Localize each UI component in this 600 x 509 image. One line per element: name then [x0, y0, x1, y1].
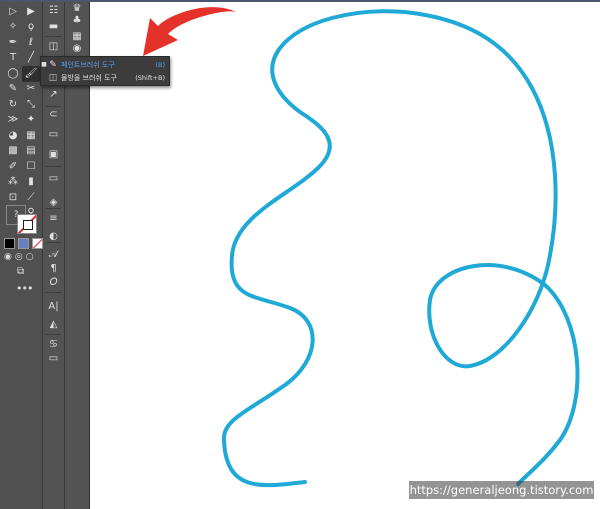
shape-builder-icon[interactable]: ◕ [4, 128, 22, 144]
line-segment-icon[interactable]: ╱ [22, 51, 40, 67]
panel-icon[interactable]: ▭ [43, 130, 64, 140]
panel-separator [46, 106, 61, 107]
panel-icon[interactable]: ▣ [43, 150, 64, 160]
shaper-icon[interactable]: ✎ [4, 82, 22, 98]
paintbrush-tool-icon: ✎ [49, 59, 57, 70]
panel-icon[interactable]: ◉ [65, 44, 89, 54]
panel-icon[interactable]: ☷ [43, 6, 64, 16]
brush-tool-flyout-menu: ■ ✎ 페인트브러쉬 도구 (B) ◫ 물방울 브러쉬 도구 (Shift+B) [40, 56, 170, 86]
direct-selection-icon[interactable]: ▶ [22, 4, 40, 20]
mesh-icon[interactable]: ▩ [4, 144, 22, 160]
eraser-icon[interactable]: ✂ [22, 82, 40, 98]
flyout-item-blob-brush[interactable]: ◫ 물방울 브러쉬 도구 (Shift+B) [41, 71, 169, 84]
panel-icon[interactable]: ♣ [65, 16, 89, 26]
artboard-icon[interactable]: ⊡ [4, 190, 22, 206]
panel-icon[interactable]: 𝒜 [43, 250, 64, 260]
type-icon[interactable]: T [4, 51, 22, 67]
lasso-icon[interactable]: ϙ [22, 20, 40, 36]
tools-panel: ▷▶✧ϙ✒ℓT╱◯🖌✎✂↻⤡≫✦◕▦▩▤✐☐⁂▮⊡⟋✋⚲ ? ◉ ◎ ○ ⧉ •… [0, 2, 43, 509]
annotation-arrow-icon [143, 7, 238, 56]
panel-separator [46, 334, 61, 335]
screen-mode-icon[interactable]: ⧉ [17, 266, 24, 277]
panel-icon[interactable]: ◭ [43, 320, 64, 330]
panel-icon[interactable]: ⊂ [43, 110, 64, 120]
draw-mode-row: ◉ ◎ ○ [4, 252, 34, 262]
flyout-item-paintbrush[interactable]: ■ ✎ 페인트브러쉬 도구 (B) [41, 58, 169, 71]
brush-stroke-path[interactable] [221, 9, 580, 488]
panel-separator [46, 208, 61, 209]
width-icon[interactable]: ≫ [4, 113, 22, 129]
flyout-item-shortcut: (B) [155, 60, 165, 69]
panel-icon[interactable]: ▬ [43, 22, 64, 32]
ellipse-icon[interactable]: ◯ [4, 66, 22, 82]
slice-icon[interactable]: ⟋ [22, 190, 40, 206]
panel-icon[interactable]: ▦ [65, 32, 89, 42]
panel-icon[interactable]: ¶ [43, 264, 64, 274]
watermark-url: https://generaljeong.tistory.com [409, 481, 594, 499]
symbol-sprayer-icon[interactable]: ⁂ [4, 175, 22, 191]
gradient-icon[interactable]: ▤ [22, 144, 40, 160]
gradient-mode-button[interactable] [18, 238, 29, 249]
draw-behind-icon[interactable]: ◎ [15, 252, 23, 262]
puppet-warp-icon[interactable]: ✦ [22, 113, 40, 129]
eyedropper-icon[interactable]: ✐ [4, 159, 22, 175]
panel-separator [46, 36, 61, 37]
color-mode-button[interactable] [4, 238, 15, 249]
perspective-grid-icon[interactable]: ▦ [22, 128, 40, 144]
color-mode-row [4, 238, 43, 249]
panel-icon[interactable]: ↗ [43, 90, 64, 100]
none-mode-button[interactable] [32, 238, 43, 249]
rotate-icon[interactable]: ↻ [4, 97, 22, 113]
flyout-item-label: 페인트브러쉬 도구 [61, 60, 115, 69]
flyout-item-shortcut: (Shift+B) [135, 73, 165, 82]
selection-icon[interactable]: ▷ [4, 4, 22, 20]
magic-wand-icon[interactable]: ✧ [4, 20, 22, 36]
paintbrush-icon[interactable]: 🖌 [22, 66, 40, 82]
scale-icon[interactable]: ⤡ [22, 97, 40, 113]
panel-separator [46, 242, 61, 243]
panel-icon[interactable]: A| [43, 302, 64, 312]
blob-brush-tool-icon: ◫ [48, 72, 58, 83]
curvature-icon[interactable]: ℓ [22, 35, 40, 51]
panel-icon[interactable]: ▭ [43, 354, 64, 364]
panel-separator [46, 292, 61, 293]
pen-icon[interactable]: ✒ [4, 35, 22, 51]
panel-icon[interactable]: ▭ [43, 174, 64, 184]
draw-normal-icon[interactable]: ◉ [4, 252, 12, 262]
column-graph-icon[interactable]: ▮ [22, 175, 40, 191]
panel-separator [46, 166, 61, 167]
edit-toolbar-icon[interactable]: ••• [16, 282, 33, 295]
measure-icon[interactable]: ☐ [22, 159, 40, 175]
panel-icon[interactable]: ◐ [43, 232, 64, 242]
tool-grid: ▷▶✧ϙ✒ℓT╱◯🖌✎✂↻⤡≫✦◕▦▩▤✐☐⁂▮⊡⟋✋⚲ [4, 4, 40, 221]
panel-icon[interactable]: ♋ [43, 340, 64, 350]
draw-inside-icon[interactable]: ○ [26, 252, 34, 262]
stroke-swatch[interactable] [17, 214, 37, 234]
fill-stroke-control[interactable]: ? [4, 205, 40, 235]
panel-icon[interactable]: ◫ [43, 42, 64, 52]
panel-icon[interactable]: ◈ [43, 198, 64, 208]
panel-icon[interactable]: 𝑂 [43, 278, 64, 288]
flyout-item-label: 물방울 브러쉬 도구 [61, 73, 117, 82]
panel-icon[interactable]: ♛ [65, 4, 89, 14]
panel-icon[interactable]: ≡ [43, 214, 64, 224]
